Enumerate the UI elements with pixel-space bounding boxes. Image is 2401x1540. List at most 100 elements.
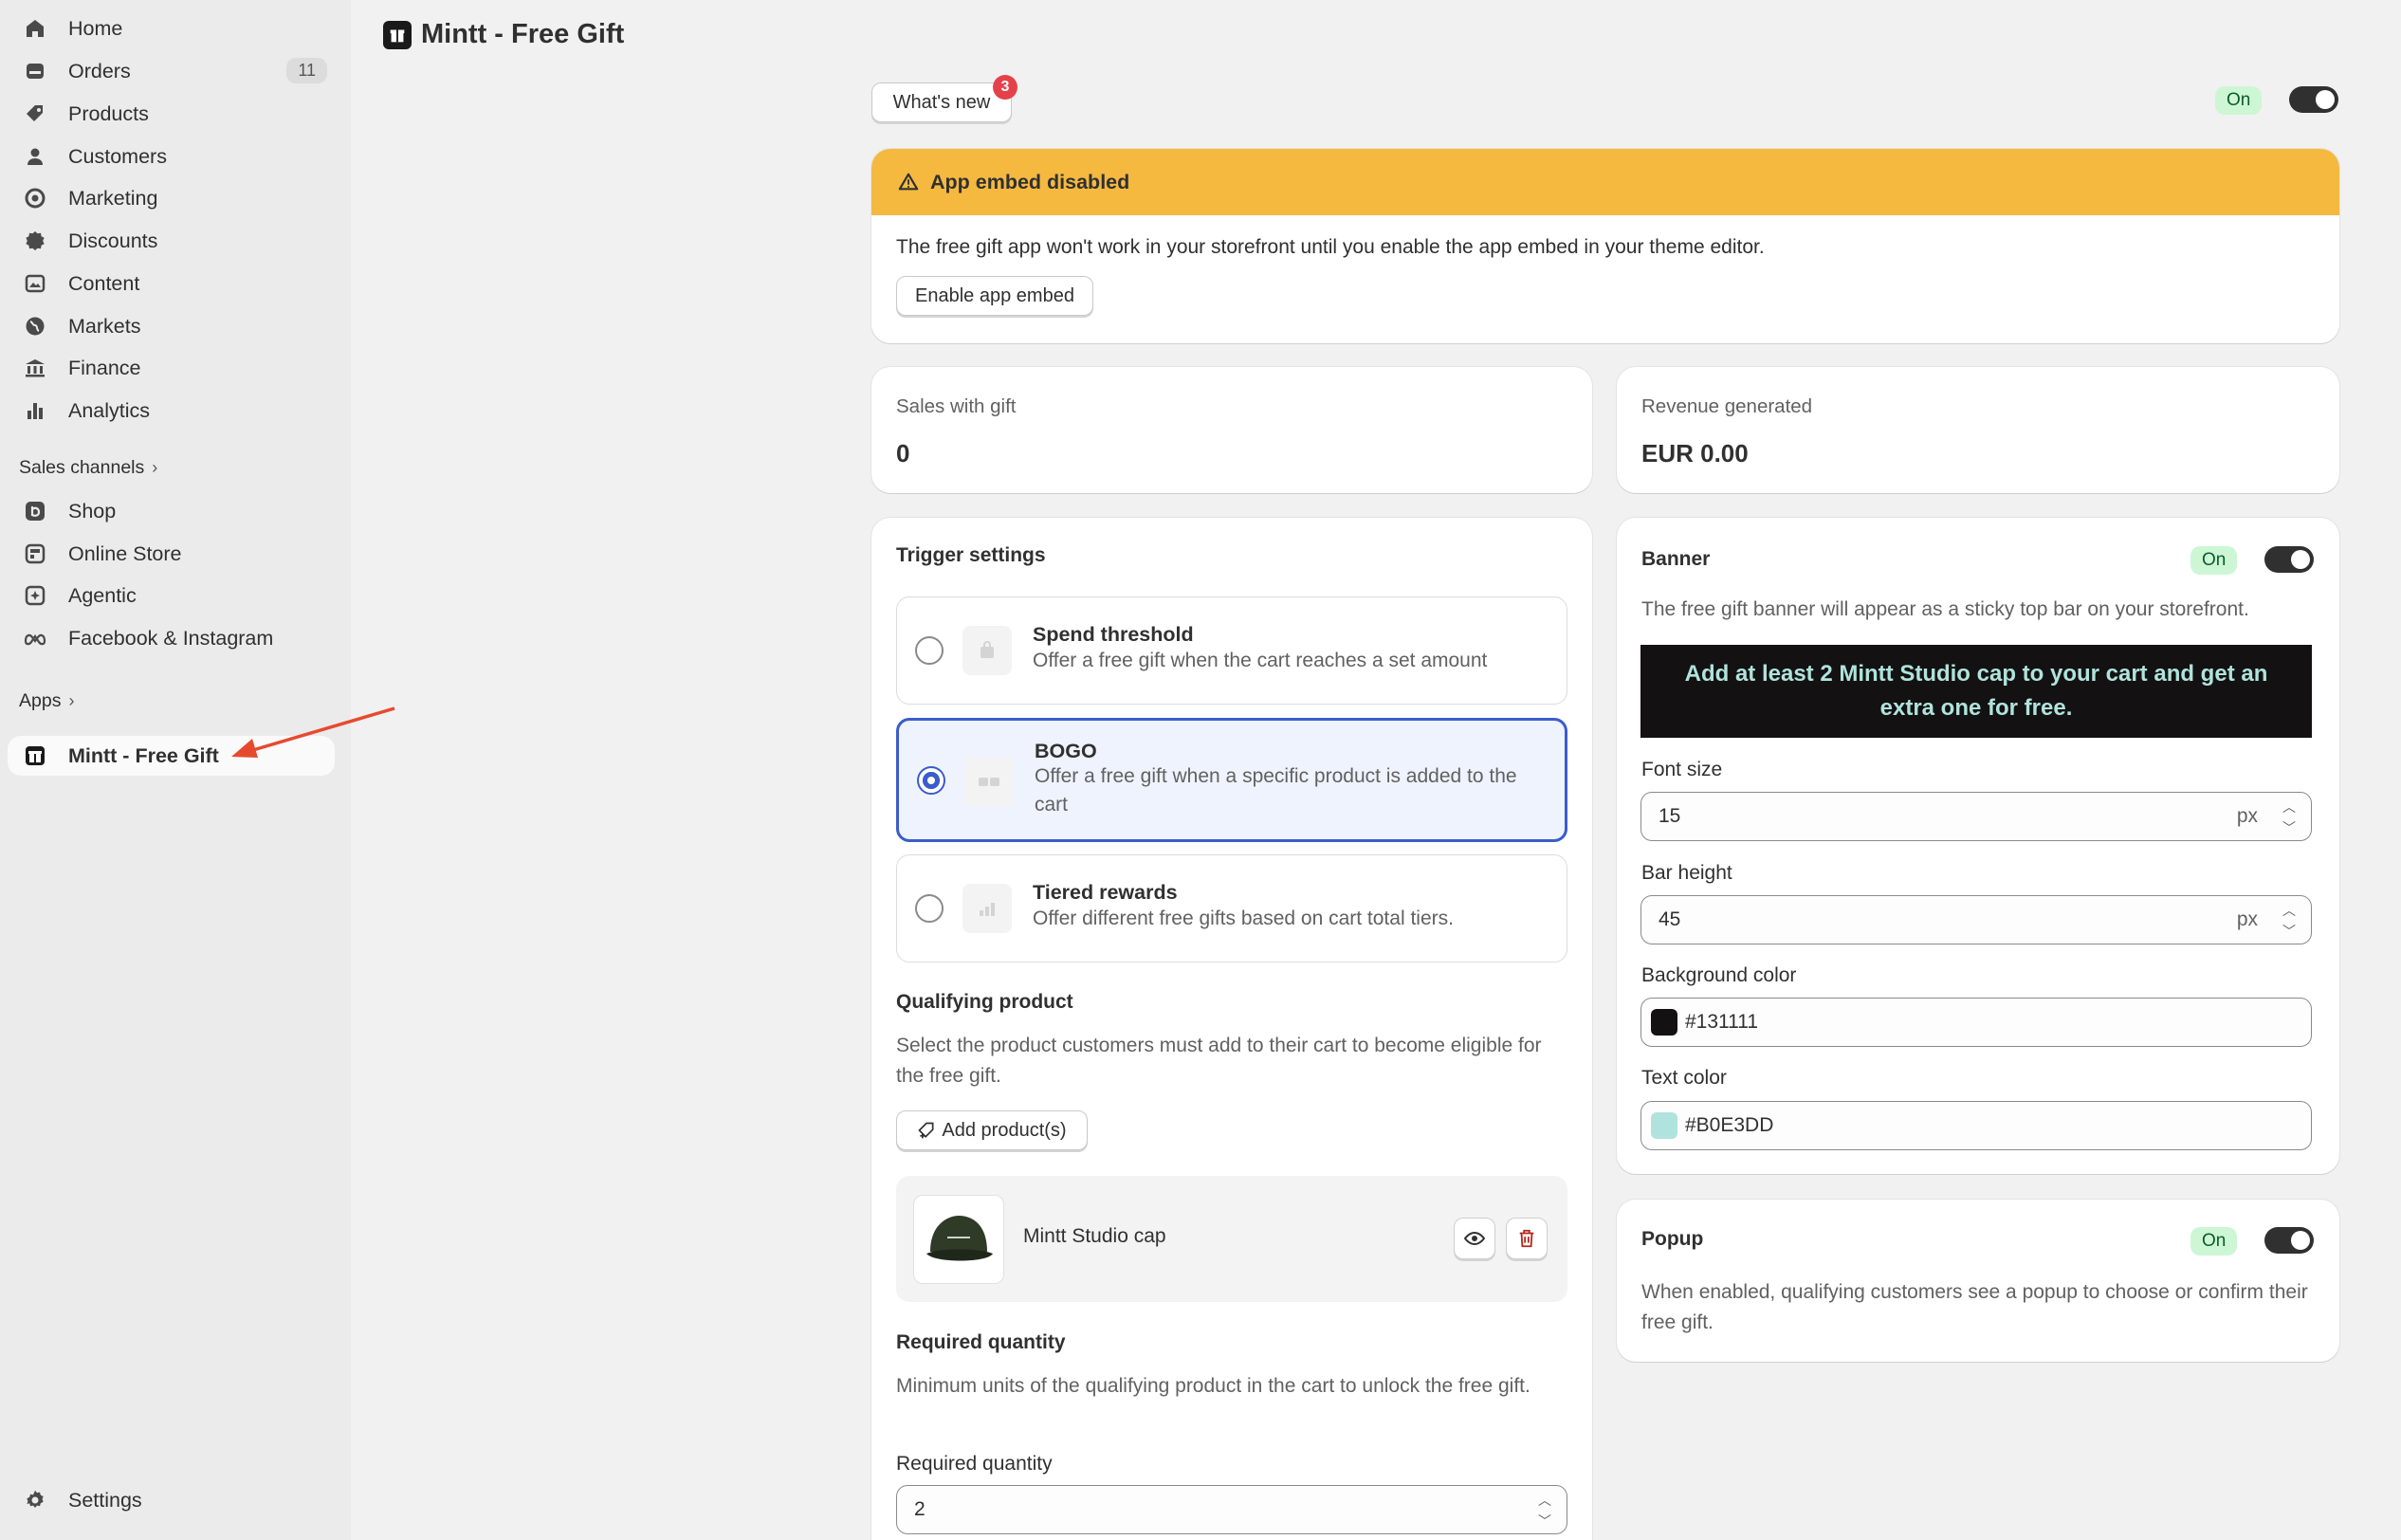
warning-body: The free gift app won't work in your sto…	[896, 236, 1765, 258]
person-icon	[23, 144, 47, 169]
sidebar-item-label: Content	[68, 271, 140, 295]
bar-height-input[interactable]: 45 px ︿ ﹀	[1640, 895, 2312, 944]
quantity-stepper[interactable]: ︿ ﹀	[1530, 1490, 1559, 1531]
radio-spend-threshold[interactable]	[915, 636, 944, 665]
revenue-stat-label: Revenue generated	[1641, 395, 1813, 417]
radio-bogo[interactable]	[917, 766, 945, 795]
sidebar-item-label: Markets	[68, 314, 141, 338]
text-color-input[interactable]: #B0E3DD	[1640, 1101, 2312, 1150]
warning-icon	[898, 173, 919, 191]
delete-product-button[interactable]	[1506, 1218, 1548, 1259]
view-product-button[interactable]	[1454, 1218, 1495, 1259]
sidebar-item-shop[interactable]: Shop	[8, 491, 335, 531]
popup-heading: Popup	[1641, 1228, 1704, 1250]
whats-new-count-badge: 3	[993, 75, 1017, 100]
orders-icon	[23, 59, 47, 83]
required-quantity-heading: Required quantity	[896, 1331, 1066, 1353]
font-size-stepper[interactable]: ︿ ﹀	[2275, 797, 2303, 838]
trash-icon	[1519, 1229, 1534, 1248]
required-quantity-input[interactable]: 2 ︿ ﹀	[896, 1485, 1567, 1534]
option-spend-threshold[interactable]: Spend threshold Offer a free gift when t…	[896, 596, 1567, 705]
sales-stat-label: Sales with gift	[896, 395, 1017, 417]
sidebar-item-online-store[interactable]: Online Store	[8, 534, 335, 574]
orders-count-badge: 11	[286, 58, 327, 83]
sidebar-item-orders[interactable]: Orders 11	[8, 51, 335, 91]
discount-icon	[23, 229, 47, 253]
banner-heading: Banner	[1641, 548, 1711, 570]
font-size-label: Font size	[1641, 759, 1723, 780]
required-quantity-desc: Minimum units of the qualifying product …	[896, 1375, 1530, 1397]
unit-suffix: px	[2236, 805, 2258, 827]
sales-channels-header[interactable]: Sales channels ›	[19, 457, 157, 479]
agentic-icon	[23, 583, 47, 608]
bag-icon	[962, 626, 1012, 675]
sidebar-item-settings[interactable]: Settings	[8, 1480, 335, 1520]
app-enable-toggle[interactable]	[2289, 86, 2338, 113]
qualifying-product-item: Mintt Studio cap	[896, 1176, 1567, 1302]
option-title: Tiered rewards	[1033, 881, 1178, 904]
store-icon	[23, 541, 47, 566]
option-title: Spend threshold	[1033, 623, 1194, 646]
chevron-right-icon: ›	[152, 458, 158, 477]
sidebar-item-markets[interactable]: Markets	[8, 306, 335, 346]
sidebar-item-home[interactable]: Home	[8, 9, 335, 48]
qualifying-product-heading: Qualifying product	[896, 991, 1073, 1013]
sidebar-item-label: Online Store	[68, 541, 182, 565]
bogo-icon	[964, 757, 1014, 806]
product-thumbnail	[913, 1195, 1004, 1284]
background-color-input[interactable]: #131111	[1640, 998, 2312, 1047]
eye-icon	[1463, 1231, 1486, 1246]
gift-app-icon	[383, 20, 412, 49]
sales-stat-value: 0	[896, 439, 910, 468]
revenue-stat-value: EUR 0.00	[1641, 439, 1749, 468]
option-bogo[interactable]: BOGO Offer a free gift when a specific p…	[896, 718, 1567, 842]
sidebar-item-label: Marketing	[68, 186, 158, 210]
banner-toggle[interactable]	[2264, 546, 2314, 573]
bar-chart-icon	[23, 398, 47, 423]
tiers-icon	[962, 884, 1012, 933]
warning-header: App embed disabled	[871, 149, 2339, 215]
sidebar-item-agentic[interactable]: Agentic	[8, 576, 335, 615]
whats-new-button[interactable]: What's new	[871, 82, 1012, 122]
apps-header[interactable]: Apps ›	[19, 690, 74, 712]
enable-app-embed-button[interactable]: Enable app embed	[896, 276, 1093, 316]
trigger-settings-heading: Trigger settings	[896, 544, 1046, 566]
sales-stat-card: Sales with gift 0	[871, 367, 1592, 493]
option-desc: Offer different free gifts based on cart…	[1033, 908, 1454, 929]
sidebar-item-products[interactable]: Products	[8, 94, 335, 134]
sidebar-item-label: Agentic	[68, 583, 137, 607]
text-color-label: Text color	[1641, 1067, 1727, 1089]
popup-settings-card: Popup When enabled, qualifying customers…	[1617, 1200, 2339, 1362]
sidebar-item-label: Orders	[68, 59, 131, 82]
meta-icon	[23, 626, 47, 651]
background-color-swatch[interactable]	[1651, 1009, 1677, 1036]
sidebar-item-content[interactable]: Content	[8, 264, 335, 303]
banner-status-badge: On	[2190, 546, 2238, 575]
globe-icon	[23, 314, 47, 339]
product-name: Mintt Studio cap	[1023, 1225, 1166, 1247]
font-size-input[interactable]: 15 px ︿ ﹀	[1640, 792, 2312, 841]
sidebar-item-label: Facebook & Instagram	[68, 626, 274, 650]
text-color-swatch[interactable]	[1651, 1112, 1677, 1139]
sidebar-item-analytics[interactable]: Analytics	[8, 391, 335, 431]
home-icon	[23, 16, 47, 41]
bar-height-stepper[interactable]: ︿ ﹀	[2275, 900, 2303, 942]
revenue-stat-card: Revenue generated EUR 0.00	[1617, 367, 2339, 493]
sidebar-item-facebook-instagram[interactable]: Facebook & Instagram	[8, 618, 335, 658]
option-title: BOGO	[1035, 740, 1097, 762]
radio-tiered-rewards[interactable]	[915, 894, 944, 923]
sidebar-item-customers[interactable]: Customers	[8, 137, 335, 176]
sidebar-item-discounts[interactable]: Discounts	[8, 221, 335, 261]
add-products-button[interactable]: Add product(s)	[896, 1110, 1088, 1150]
chevron-right-icon: ›	[68, 691, 75, 710]
gear-icon	[23, 1488, 47, 1512]
shop-icon	[23, 499, 47, 523]
sidebar-item-label: Mintt - Free Gift	[68, 743, 219, 767]
sidebar-item-marketing[interactable]: Marketing	[8, 178, 335, 218]
popup-toggle[interactable]	[2264, 1227, 2314, 1254]
tag-icon	[23, 101, 47, 126]
sidebar-item-label: Home	[68, 16, 123, 40]
unit-suffix: px	[2236, 908, 2258, 930]
option-tiered-rewards[interactable]: Tiered rewards Offer different free gift…	[896, 854, 1567, 962]
sidebar-item-finance[interactable]: Finance	[8, 348, 335, 388]
